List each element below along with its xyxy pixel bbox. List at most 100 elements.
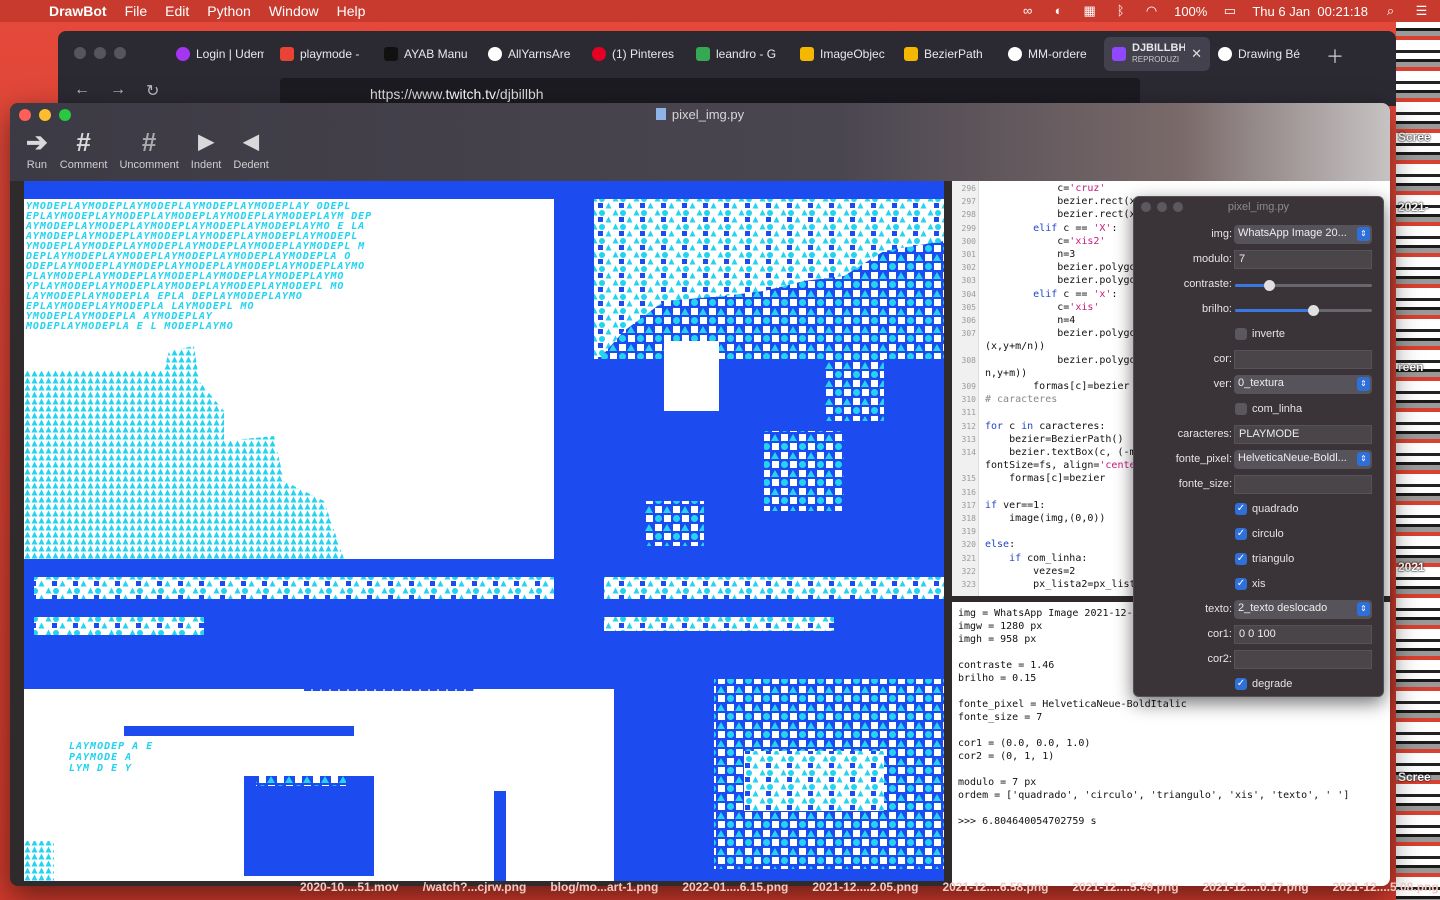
finder-filename[interactable]: 2021-12....5.08.png — [1333, 880, 1439, 894]
finder-filename[interactable]: 2021-12....5.49.png — [1073, 880, 1179, 894]
code-line[interactable]: 304 elif c == 'x': — [952, 289, 1118, 302]
panel-zoom-icon[interactable] — [1173, 202, 1183, 212]
img-select[interactable]: WhatsApp Image 20... ⇕ — [1234, 225, 1372, 244]
code-line[interactable]: 315 formas[c]=bezier — [952, 473, 1106, 486]
texto-select[interactable]: 2_texto deslocado ⇕ — [1234, 600, 1372, 619]
browser-tab[interactable]: Login | Udem — [168, 37, 272, 71]
panel-titlebar: pixel_img.py — [1134, 197, 1383, 217]
forward-icon[interactable]: → — [110, 81, 126, 99]
code-line[interactable]: 312 for c in caracteres: — [952, 421, 1106, 434]
panel-close-icon[interactable] — [1141, 202, 1151, 212]
contraste-slider[interactable] — [1235, 280, 1372, 291]
browser-tab[interactable]: (1) Pinteres — [584, 37, 688, 71]
code-line[interactable]: 299 elif c == 'X': — [952, 223, 1118, 236]
run-button[interactable]: ➔ Run — [20, 127, 54, 171]
comment-button[interactable]: # Comment — [54, 127, 114, 171]
bluetooth-icon[interactable]: ᛒ — [1112, 4, 1129, 18]
finder-filename[interactable]: 2022-01....6.15.png — [682, 880, 788, 894]
wifi-icon[interactable]: ◠ — [1143, 4, 1160, 18]
inverte-checkbox[interactable] — [1235, 328, 1247, 340]
code-line[interactable]: (x,y+m/n)) — [952, 341, 1045, 354]
reload-icon[interactable]: ↻ — [146, 81, 159, 101]
slider-knob[interactable] — [1264, 280, 1276, 291]
url-bar[interactable]: https://www.twitch.tv/djbillbh — [280, 78, 1140, 105]
browser-tab[interactable]: AYAB Manu — [376, 37, 480, 71]
code-line[interactable]: 322 vezes=2 — [952, 566, 1076, 579]
browser-tab[interactable]: ImageObjec — [792, 37, 896, 71]
code-line[interactable]: 318 image(img,(0,0)) — [952, 513, 1106, 526]
status-area: ∞ ◐ ▦ ᛒ ◠ 100% ▭ Thu 6 Jan 00:21:18 ⌕ ☰ — [1019, 0, 1430, 22]
code-line[interactable]: 301 n=3 — [952, 249, 1076, 262]
dedent-button[interactable]: ◀ Dedent — [227, 127, 274, 171]
panel-minimize-icon[interactable] — [1157, 202, 1167, 212]
code-line[interactable]: 311 — [952, 407, 985, 420]
close-tab-icon[interactable]: ✕ — [1191, 46, 1202, 62]
clock[interactable]: Thu 6 Jan 00:21:18 — [1252, 4, 1368, 19]
browser-tab[interactable]: AllYarnsAre — [480, 37, 584, 71]
com-linha-checkbox[interactable] — [1235, 403, 1247, 415]
ver-select[interactable]: 0_textura ⇕ — [1234, 375, 1372, 394]
degrade-checkbox[interactable]: ✓ — [1235, 678, 1247, 690]
circle-icon[interactable]: ◐ — [1050, 4, 1067, 18]
code-line[interactable]: 323 px_lista2=px_lista — [952, 579, 1142, 592]
finder-filename[interactable]: 2021-12....2.05.png — [812, 880, 918, 894]
code-line[interactable]: 319 — [952, 526, 985, 539]
code-line[interactable]: 313 bezier=BezierPath() — [952, 434, 1124, 447]
back-icon[interactable]: ← — [74, 81, 90, 99]
row-quadrado: ✓ quadrado — [1235, 503, 1299, 515]
code-line[interactable]: 296 c='cruz' — [952, 183, 1106, 196]
code-line[interactable]: 320 else: — [952, 539, 1016, 552]
code-line[interactable]: 300 c='xis2' — [952, 236, 1106, 249]
code-line[interactable]: 317 if ver==1: — [952, 500, 1046, 513]
finder-filename[interactable]: 2021-12....6.58.png — [942, 880, 1048, 894]
menu-app[interactable]: DrawBot — [40, 3, 116, 19]
browser-tab[interactable]: BezierPath — [896, 37, 1000, 71]
quadrado-checkbox[interactable]: ✓ — [1235, 503, 1247, 515]
finder-filename[interactable]: blog/mo...art-1.png — [550, 880, 658, 894]
battery-icon[interactable]: ▭ — [1221, 4, 1238, 18]
menu-window[interactable]: Window — [260, 3, 328, 19]
menu-file[interactable]: File — [116, 3, 157, 19]
calendar-icon[interactable]: ▦ — [1081, 4, 1098, 18]
search-icon[interactable]: ⌕ — [1382, 4, 1399, 18]
slider-knob[interactable] — [1308, 305, 1320, 316]
finder-filename[interactable]: /watch?...cjrw.png — [423, 880, 527, 894]
xis-checkbox[interactable]: ✓ — [1235, 578, 1247, 590]
code-line[interactable]: 305 c='xis' — [952, 302, 1100, 315]
fonte-size-field[interactable] — [1234, 475, 1372, 494]
menu-python[interactable]: Python — [198, 3, 260, 19]
cor2-field[interactable] — [1234, 650, 1372, 669]
browser-tab[interactable]: Drawing Bé — [1210, 37, 1314, 71]
vertical-splitter[interactable] — [944, 181, 952, 883]
browser-tab[interactable]: MM-ordere — [1000, 37, 1104, 71]
indent-button[interactable]: ▶ Indent — [185, 127, 228, 171]
code-line[interactable]: fontSize=fs, align='center' — [952, 460, 1148, 473]
code-line[interactable]: 310 # caracteres — [952, 394, 1058, 407]
drawing-canvas[interactable]: YMODEPLAYMODEPLAYMODEPLAYMODEPLAYMODEPLA… — [24, 181, 944, 881]
code-line[interactable]: 314 bezier.textBox(c, (-m — [952, 447, 1136, 460]
menu-help[interactable]: Help — [328, 3, 375, 19]
creative-cloud-icon[interactable]: ∞ — [1019, 4, 1036, 18]
browser-tab[interactable]: leandro - G — [688, 37, 792, 71]
cor1-field[interactable]: 0 0 100 — [1234, 625, 1372, 644]
browser-tab-active[interactable]: DJBILLBH REPRODUZI ✕ — [1104, 37, 1210, 71]
cor-field[interactable] — [1234, 350, 1372, 369]
brilho-slider[interactable] — [1235, 305, 1372, 316]
finder-filename[interactable]: 2021-12....0.17.png — [1203, 880, 1309, 894]
code-line[interactable]: 321 if com_linha: — [952, 553, 1088, 566]
fonte-pixel-select[interactable]: HelveticaNeue-Boldl... ⇕ — [1234, 450, 1372, 469]
modulo-field[interactable]: 7 — [1234, 250, 1372, 269]
code-line[interactable]: 309 formas[c]=bezier — [952, 381, 1130, 394]
menu-edit[interactable]: Edit — [156, 3, 198, 19]
caracteres-field[interactable]: PLAYMODE — [1234, 425, 1372, 444]
code-line[interactable]: n,y+m)) — [952, 368, 1027, 381]
finder-filename[interactable]: 2020-10....51.mov — [300, 880, 399, 894]
control-center-icon[interactable]: ☰ — [1413, 4, 1430, 18]
uncomment-button[interactable]: # Uncomment — [113, 127, 184, 171]
new-tab-icon[interactable]: ＋ — [1326, 43, 1344, 69]
browser-tab[interactable]: playmode - — [272, 37, 376, 71]
circulo-checkbox[interactable]: ✓ — [1235, 528, 1247, 540]
code-line[interactable]: 316 — [952, 487, 985, 500]
code-line[interactable]: 306 n=4 — [952, 315, 1076, 328]
triangulo-checkbox[interactable]: ✓ — [1235, 553, 1247, 565]
